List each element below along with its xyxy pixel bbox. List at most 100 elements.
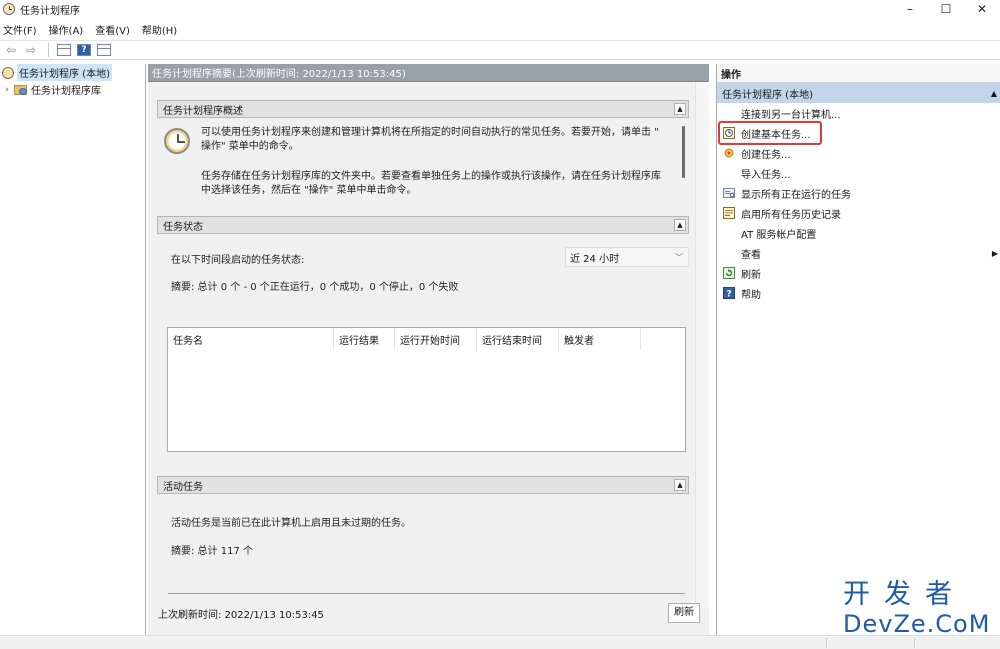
collapse-caret-icon[interactable]: ▲ [991,89,997,98]
maximize-button[interactable]: ☐ [928,0,964,18]
action-label: 导入任务... [741,169,791,181]
chevron-down-icon: ﹀ [675,252,683,262]
menu-view[interactable]: 查看(V) [95,22,130,37]
column-header-trigger[interactable]: 触发者 [559,328,641,350]
actions-group-header[interactable]: 任务计划程序 (本地) ▲ [717,83,1000,103]
collapse-icon[interactable]: ▲ [674,219,686,231]
show-hide-action-pane-button[interactable] [95,42,113,58]
summary-scrollbar[interactable] [695,82,709,608]
actions-pane: 操作 任务计划程序 (本地) ▲ 连接到另一台计算机... 创建基本任务... … [716,64,1000,635]
overview-section: 任务计划程序概述 ▲ 可以使用任务计划程序来创建和管理计算机将在所指定的时间自动… [157,100,689,213]
submenu-arrow-icon: ▶ [991,248,998,258]
collapse-icon[interactable]: ▲ [674,103,686,115]
action-show-running-tasks[interactable]: 显示所有正在运行的任务 [717,183,1000,203]
status-divider [826,638,827,648]
status-summary: 摘要: 总计 0 个 - 0 个正在运行，0 个成功，0 个停止，0 个失败 [171,282,459,293]
action-label: 帮助 [741,289,761,301]
overview-paragraph-2: 任务存储在任务计划程序库的文件夹中。若要查看单独任务上的操作或执行该操作，请在任… [201,170,671,198]
task-scheduler-clock-icon [3,3,15,15]
overview-section-header[interactable]: 任务计划程序概述 ▲ [157,100,689,118]
action-create-basic-task[interactable]: 创建基本任务... [717,123,1000,143]
column-header-task-name[interactable]: 任务名 [168,328,334,350]
clock-icon [2,66,14,79]
title-bar: 任务计划程序 – ☐ ✕ [0,0,1000,18]
action-label: 创建基本任务... [741,129,811,141]
task-status-table[interactable]: 任务名 运行结果 运行开始时间 运行结束时间 触发者 [167,327,686,452]
task-scheduler-clock-icon [164,128,190,154]
action-import-task[interactable]: 导入任务... [717,163,1000,183]
refresh-icon [723,267,735,279]
collapse-icon[interactable]: ▲ [674,479,686,491]
task-status-section-header[interactable]: 任务状态 ▲ [157,216,689,234]
section-title: 任务状态 [163,221,203,233]
menu-help[interactable]: 帮助(H) [142,22,177,37]
console-tree-icon [57,44,71,56]
watermark-cn: 开发者 [843,579,966,610]
svg-text:?: ? [726,290,731,300]
arrow-right-icon: ⇨ [25,43,37,57]
toolbar-separator [48,43,49,57]
back-button[interactable]: ⇦ [2,42,20,58]
tree-node-task-library[interactable]: › 任务计划程序库 [0,81,145,98]
action-refresh[interactable]: 刷新 [717,263,1000,283]
status-range-value: 近 24 小时 [570,253,620,265]
active-tasks-body: 活动任务是当前已在此计算机上启用且未过期的任务。 摘要: 总计 117 个 [157,494,689,594]
help-icon: ? [723,287,735,299]
tree-node-label: 任务计划程序库 [31,86,101,97]
section-title: 活动任务 [163,481,203,493]
window-controls: – ☐ ✕ [892,0,1000,18]
forward-button[interactable]: ⇨ [22,42,40,58]
menu-action[interactable]: 操作(A) [49,22,84,37]
menu-file[interactable]: 文件(F) [3,22,37,37]
column-header-run-start[interactable]: 运行开始时间 [395,328,477,350]
table-header-row: 任务名 运行结果 运行开始时间 运行结束时间 触发者 [168,328,685,350]
action-label: 查看 [741,249,761,261]
expand-arrow-icon[interactable]: › [2,85,12,95]
arrow-left-icon: ⇦ [5,43,17,57]
overview-scrollbar-thumb[interactable] [682,126,685,178]
toolbar-help-button[interactable]: ? [75,42,93,58]
actions-group-label: 任务计划程序 (本地) [722,89,813,101]
summary-header: 任务计划程序摘要(上次刷新时间: 2022/1/13 10:53:45) [148,64,709,82]
menu-bar: 文件(F) 操作(A) 查看(V) 帮助(H) [0,20,1000,38]
close-button[interactable]: ✕ [964,0,1000,18]
text-line: 操作" 菜单中的命令。 [201,141,299,152]
status-range-dropdown[interactable]: 近 24 小时 ﹀ [565,247,689,267]
task-status-section: 任务状态 ▲ 在以下时间段启动的任务状态: 近 24 小时 ﹀ 摘要: 总计 0… [157,216,689,462]
action-view[interactable]: 查看 ▶ [717,243,1000,263]
new-task-icon [723,147,735,159]
action-label: 显示所有正在运行的任务 [741,189,851,201]
help-icon: ? [77,44,91,56]
text-line: 中选择该任务，然后在 "操作" 菜单中单击命令。 [201,185,417,196]
text-line: 可以使用任务计划程序来创建和管理计算机将在所指定的时间自动执行的常见任务。若要开… [201,127,659,138]
action-enable-history[interactable]: 启用所有任务历史记录 [717,203,1000,223]
action-at-service-config[interactable]: AT 服务帐户配置 [717,223,1000,243]
column-header-run-end[interactable]: 运行结束时间 [477,328,559,350]
column-header-run-result[interactable]: 运行结果 [334,328,395,350]
task-status-body: 在以下时间段启动的任务状态: 近 24 小时 ﹀ 摘要: 总计 0 个 - 0 … [157,234,689,462]
active-tasks-section-header[interactable]: 活动任务 ▲ [157,476,689,494]
active-tasks-section: 活动任务 ▲ 活动任务是当前已在此计算机上启用且未过期的任务。 摘要: 总计 1… [157,476,689,594]
action-label: 连接到另一台计算机... [741,109,841,121]
text-line: 任务存储在任务计划程序库的文件夹中。若要查看单独任务上的操作或执行该操作，请在任… [201,171,661,182]
status-range-label: 在以下时间段启动的任务状态: [171,255,305,266]
action-connect-computer[interactable]: 连接到另一台计算机... [717,103,1000,123]
watermark-en: DevZe.CoM [843,610,991,638]
show-hide-console-tree-button[interactable] [55,42,73,58]
refresh-button[interactable]: 刷新 [668,603,700,623]
last-refresh-time: 上次刷新时间: 2022/1/13 10:53:45 [158,609,324,621]
console-tree: 任务计划程序 (本地) › 任务计划程序库 [0,64,146,635]
minimize-button[interactable]: – [892,0,928,18]
section-title: 任务计划程序概述 [163,105,243,117]
summary-pane: 任务计划程序摘要(上次刷新时间: 2022/1/13 10:53:45) 任务计… [148,64,709,635]
action-label: 刷新 [741,269,761,281]
history-icon [723,207,735,219]
action-label: 启用所有任务历史记录 [741,209,841,221]
window-title: 任务计划程序 [20,5,80,17]
refresh-bar: 上次刷新时间: 2022/1/13 10:53:45 刷新 [148,599,709,627]
tree-node-task-scheduler-local[interactable]: 任务计划程序 (本地) [0,64,145,81]
watermark: 开发者 DevZe.CoM [843,580,993,642]
action-help[interactable]: ? 帮助 [717,283,1000,303]
action-create-task[interactable]: 创建任务... [717,143,1000,163]
action-pane-icon [97,44,111,56]
